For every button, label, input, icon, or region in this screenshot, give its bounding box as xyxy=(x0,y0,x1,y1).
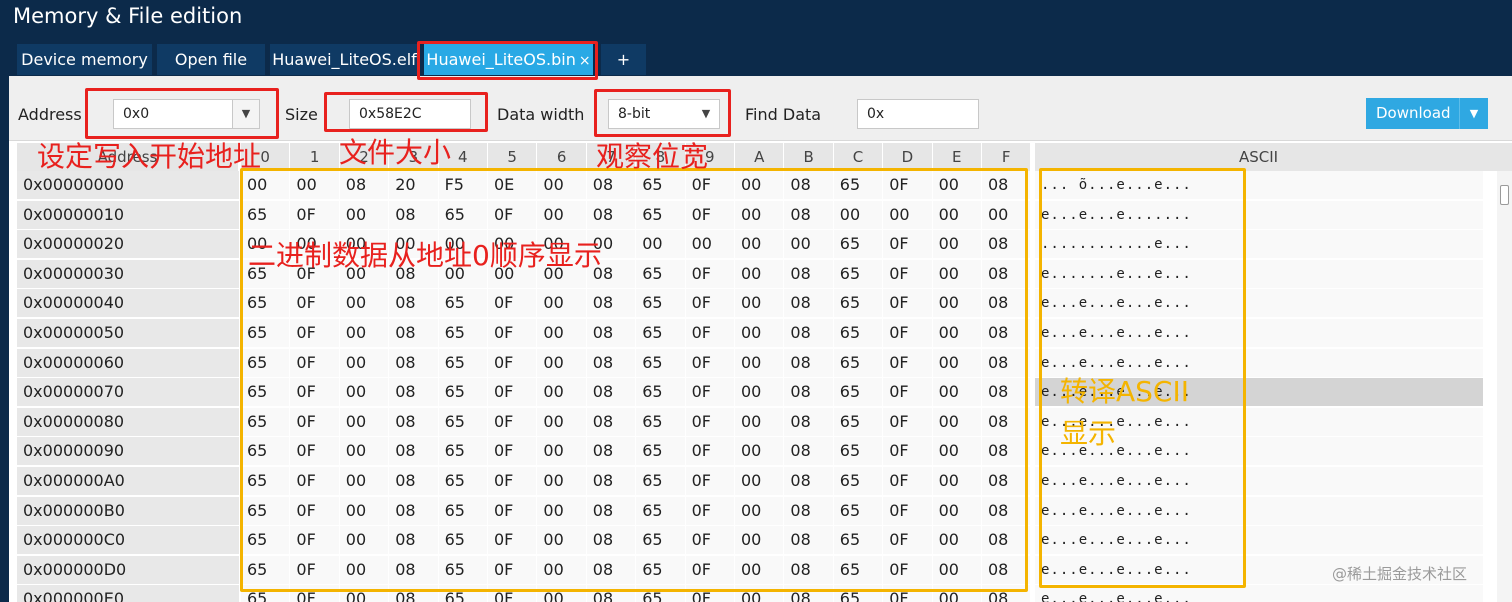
tab-strip: Device memory Open file Huawei_LiteOS.el… xyxy=(8,36,1512,76)
row-address: 0x000000D0 xyxy=(17,555,239,584)
address-label: Address xyxy=(18,105,82,124)
row-address: 0x000000B0 xyxy=(17,496,239,525)
annotation-address: 设定写入开始地址 xyxy=(37,140,262,173)
tab-device-memory[interactable]: Device memory xyxy=(17,44,152,75)
chevron-down-icon[interactable]: ▼ xyxy=(1459,98,1488,129)
download-label: Download xyxy=(1376,104,1451,122)
size-highlight xyxy=(324,92,488,132)
annotation-ascii-1: 转译ASCII xyxy=(1060,375,1189,408)
watermark: @稀土掘金技术社区 xyxy=(1332,565,1468,583)
column-header: 5 xyxy=(488,143,538,171)
find-data-label: Find Data xyxy=(745,105,822,124)
row-address: 0x00000000 xyxy=(17,171,239,199)
vertical-scrollbar[interactable] xyxy=(1497,171,1512,602)
tab-open-file[interactable]: Open file xyxy=(157,44,265,75)
scrollbar-thumb[interactable] xyxy=(1500,185,1509,205)
column-header: F xyxy=(982,143,1032,171)
annotation-binary: 二进制数据从地址0顺序显示 xyxy=(248,239,602,272)
active-tab-highlight xyxy=(417,41,598,80)
address-highlight xyxy=(85,88,279,139)
annotation-ascii-2: 显示 xyxy=(1060,417,1117,450)
column-header: D xyxy=(883,143,933,171)
row-address: 0x00000080 xyxy=(17,407,239,436)
column-header: C xyxy=(833,143,884,171)
tab-elf[interactable]: Huawei_LiteOS.elf xyxy=(270,44,419,75)
row-address: 0x000000E0 xyxy=(17,585,239,602)
window-left-edge xyxy=(0,36,9,602)
row-address: 0x00000040 xyxy=(17,289,239,318)
row-address: 0x00000010 xyxy=(17,200,239,229)
column-header: 6 xyxy=(537,143,587,171)
ascii-header: ASCII xyxy=(1035,143,1483,171)
row-address: 0x000000A0 xyxy=(17,467,239,495)
plus-icon: + xyxy=(616,50,631,69)
window-title: Memory & File edition xyxy=(0,0,1512,36)
row-address: 0x00000090 xyxy=(17,437,239,466)
hex-data-highlight xyxy=(240,168,1028,592)
find-data-value: 0x xyxy=(867,106,885,122)
add-tab-button[interactable]: + xyxy=(601,44,646,75)
tab-label: Open file xyxy=(174,50,248,69)
row-address: 0x00000070 xyxy=(17,378,239,407)
row-address: 0x00000020 xyxy=(17,230,239,259)
data-width-label: Data width xyxy=(497,105,585,124)
row-address: 0x00000060 xyxy=(17,348,239,377)
annotation-width: 观察位宽 xyxy=(596,140,709,173)
data-width-highlight xyxy=(594,89,731,137)
scrollbar-header xyxy=(1482,143,1512,171)
tab-label: Device memory xyxy=(21,50,148,69)
row-address: 0x00000050 xyxy=(17,319,239,347)
tab-label: Huawei_LiteOS.elf xyxy=(272,50,417,69)
column-header: B xyxy=(784,143,834,171)
find-data-input[interactable]: 0x xyxy=(857,99,979,129)
row-address: 0x00000030 xyxy=(17,259,239,288)
column-header: 1 xyxy=(290,143,340,171)
row-address: 0x000000C0 xyxy=(17,526,239,555)
download-button[interactable]: Download ▼ xyxy=(1366,98,1488,129)
column-header: E xyxy=(932,143,982,171)
annotation-size: 文件大小 xyxy=(339,136,452,169)
column-header: A xyxy=(735,143,785,171)
size-label: Size xyxy=(285,105,318,124)
